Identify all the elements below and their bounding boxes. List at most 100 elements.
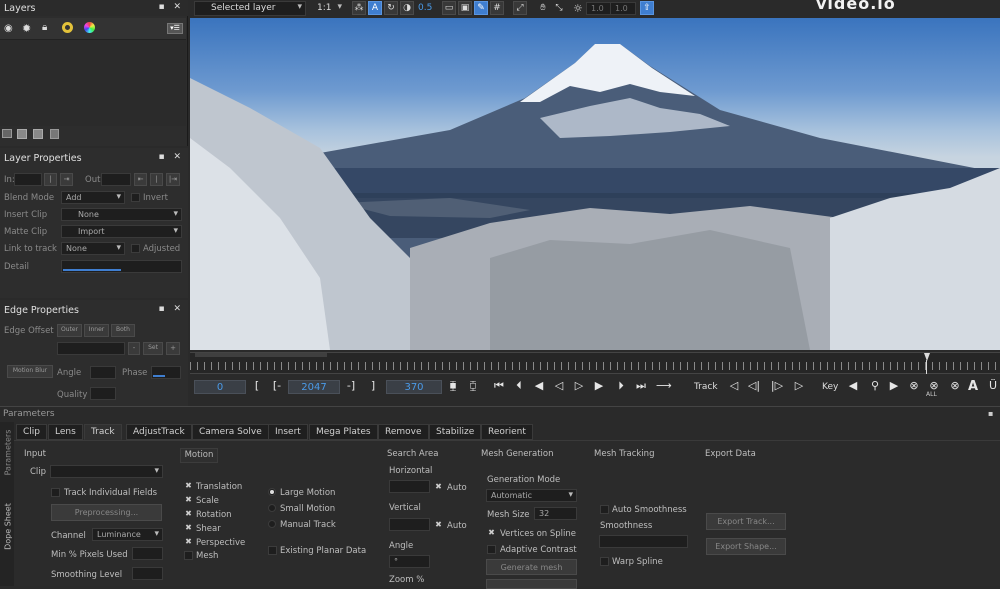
timeline-ruler[interactable] xyxy=(190,352,1000,374)
tab-remove[interactable]: Remove xyxy=(378,424,429,440)
next-key-icon[interactable]: ▶ xyxy=(887,379,901,392)
scale-check-icon[interactable]: ✖ xyxy=(184,496,193,505)
in-set-button[interactable]: | xyxy=(44,173,57,186)
tab-reorient[interactable]: Reorient xyxy=(481,424,533,440)
viewer-canvas[interactable] xyxy=(190,18,1000,350)
brush-icon[interactable]: ✎ xyxy=(474,1,488,15)
set-out-icon[interactable]: -] xyxy=(344,379,358,392)
tab-stabilize[interactable]: Stabilize xyxy=(429,424,482,440)
loop-range-icon[interactable]: ⟶ xyxy=(656,379,672,392)
blend-mode-select[interactable]: Add xyxy=(61,191,125,204)
export-track-button[interactable]: Export Track... xyxy=(706,513,786,530)
trim-end-icon[interactable]: ⧮ xyxy=(466,379,480,393)
in-field[interactable] xyxy=(14,173,42,186)
out-frame-field[interactable]: 370 xyxy=(386,380,442,394)
export-shape-button[interactable]: Export Shape... xyxy=(706,538,786,555)
track-individual-checkbox[interactable] xyxy=(51,488,60,497)
track-step-back-icon[interactable]: ◁| xyxy=(747,379,761,392)
color-ring-icon[interactable] xyxy=(62,22,73,33)
angle-search-field[interactable]: ° xyxy=(389,555,430,568)
go-prev-key-icon[interactable]: ⏴ xyxy=(512,379,526,393)
panel-float-close-icons[interactable]: ▪ ✕ xyxy=(158,152,184,162)
rotation-check-icon[interactable]: ✖ xyxy=(184,510,193,519)
horizontal-auto-check-icon[interactable]: ✖ xyxy=(434,483,443,492)
in-go-button[interactable]: ⇥ xyxy=(60,173,73,186)
min-pixels-field[interactable] xyxy=(132,547,163,560)
delete-key-icon[interactable]: ⊗ xyxy=(907,379,921,392)
auto-smoothness-checkbox[interactable] xyxy=(600,505,609,514)
grid-icon[interactable]: # xyxy=(490,1,504,15)
panel-float-close-icons[interactable]: ▪ ✕ xyxy=(158,2,184,12)
angle-field[interactable] xyxy=(90,366,116,379)
hand-icon[interactable]: ✋︎ xyxy=(536,1,550,15)
translation-check-icon[interactable]: ✖ xyxy=(184,482,193,491)
smoothness-field[interactable] xyxy=(599,535,688,548)
dope-sheet-side-tab[interactable]: Dope Sheet xyxy=(4,497,13,557)
playhead-marker[interactable] xyxy=(924,353,930,361)
edge-set-button[interactable]: Set xyxy=(143,342,163,355)
out-field[interactable] xyxy=(101,173,131,186)
adjusted-checkbox[interactable] xyxy=(131,244,140,253)
gear-icon[interactable]: ✹ xyxy=(22,22,31,35)
edge-inner-button[interactable]: Inner xyxy=(84,324,109,337)
generation-mode-select[interactable]: Automatic xyxy=(486,489,577,502)
vertical-auto-check-icon[interactable]: ✖ xyxy=(434,521,443,530)
mesh-checkbox[interactable] xyxy=(184,551,193,560)
add-layer-icon[interactable] xyxy=(17,129,27,139)
out-go-button[interactable]: ⇤ xyxy=(134,173,147,186)
small-motion-radio[interactable] xyxy=(268,504,276,512)
prev-key-icon[interactable]: ◀ xyxy=(846,379,860,392)
opacity-value[interactable]: 0.5 xyxy=(418,3,432,13)
go-first-icon[interactable]: ⏮ xyxy=(492,379,506,393)
clip-select[interactable] xyxy=(50,465,163,478)
lock-icon[interactable]: 🔒︎ xyxy=(42,22,47,33)
loop-icon[interactable]: ↻ xyxy=(384,1,398,15)
panel-float-close-icons[interactable]: ▪ ✕ xyxy=(158,304,184,314)
gamma-field[interactable]: 1.0 xyxy=(610,2,636,15)
insert-clip-select[interactable]: None xyxy=(61,208,182,221)
color-wheel-icon[interactable] xyxy=(84,22,95,33)
tab-mega-plates[interactable]: Mega Plates xyxy=(309,424,378,440)
detail-slider[interactable] xyxy=(61,260,182,273)
duplicate-layer-icon[interactable] xyxy=(33,129,43,139)
folder-icon[interactable] xyxy=(2,129,12,138)
current-frame-field[interactable]: 0 xyxy=(194,380,246,394)
set-in-icon[interactable]: [- xyxy=(270,379,284,392)
tab-insert[interactable]: Insert xyxy=(268,424,308,440)
export-icon[interactable]: ⇧ xyxy=(640,1,654,15)
step-forward-icon[interactable]: ▷ xyxy=(572,379,586,392)
mesh-size-field[interactable]: 32 xyxy=(534,507,577,520)
motion-blur-button[interactable]: Motion Blur xyxy=(7,365,53,378)
vertices-on-spline-check-icon[interactable]: ✖ xyxy=(487,529,496,538)
large-motion-radio[interactable] xyxy=(268,488,276,496)
out-end-button[interactable]: |⇥ xyxy=(166,173,180,186)
eye-icon[interactable]: ◉ xyxy=(4,23,13,34)
link-to-track-select[interactable]: None xyxy=(61,242,125,255)
parameters-side-tab[interactable]: Parameters xyxy=(4,423,13,483)
step-back-icon[interactable]: ◁ xyxy=(552,379,566,392)
quality-field[interactable] xyxy=(90,387,116,400)
text-overlay-icon[interactable]: A xyxy=(368,1,382,15)
tab-camera-solve[interactable]: Camera Solve xyxy=(192,424,269,440)
view-layer-select[interactable]: Selected layer xyxy=(194,1,306,16)
channel-select[interactable]: Luminance xyxy=(92,528,163,541)
matte-icon[interactable]: ◑ xyxy=(400,1,414,15)
adaptive-contrast-checkbox[interactable] xyxy=(487,545,496,554)
zoom-tool-icon[interactable]: ⤡ xyxy=(552,1,566,15)
invert-checkbox[interactable] xyxy=(131,193,140,202)
layers-menu-icon[interactable]: ▾☰ xyxy=(167,23,183,34)
track-step-forward-icon[interactable]: |▷ xyxy=(770,379,784,392)
rgb-channels-icon[interactable]: ⁂ xyxy=(352,1,366,15)
generate-mesh-button[interactable]: Generate mesh xyxy=(486,559,577,575)
tab-track[interactable]: Track xyxy=(84,424,122,440)
play-back-icon[interactable]: ◀ xyxy=(532,379,546,392)
edge-dash-button[interactable]: - xyxy=(128,342,140,355)
tab-adjusttrack[interactable]: AdjustTrack xyxy=(126,424,192,440)
out-set-button[interactable]: | xyxy=(150,173,163,186)
layers-list[interactable] xyxy=(0,40,186,126)
edge-outer-button[interactable]: Outer xyxy=(57,324,82,337)
undo-icon[interactable]: Ü xyxy=(986,379,1000,392)
phase-field[interactable] xyxy=(151,366,181,379)
add-key-icon[interactable]: ⚲ xyxy=(868,379,882,392)
horizontal-field[interactable] xyxy=(389,480,430,493)
